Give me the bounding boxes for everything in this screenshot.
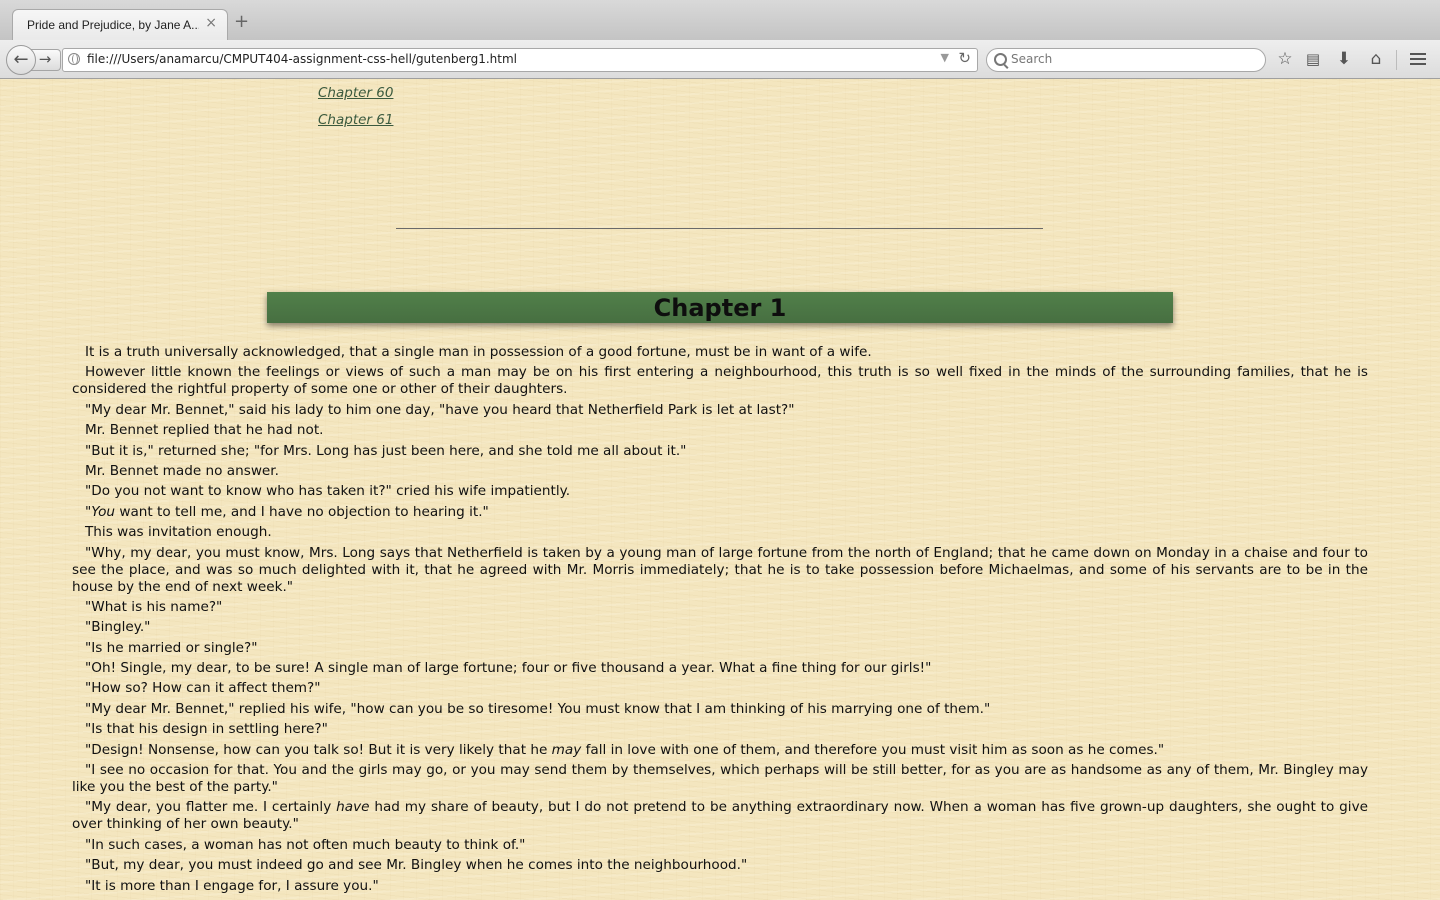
- chapter-paragraph: "But it is," returned she; "for Mrs. Lon…: [85, 442, 687, 459]
- menu-icon[interactable]: [1410, 53, 1426, 65]
- browser-tab[interactable]: Pride and Prejudice, by Jane A... ×: [12, 9, 228, 41]
- chapter-paragraph: "You want to tell me, and I have no obje…: [72, 504, 1368, 521]
- chapter-paragraph: "What is his name?": [85, 598, 223, 615]
- search-input[interactable]: [1011, 50, 1251, 68]
- chapter-paragraph: "Design! Nonsense, how can you talk so! …: [72, 742, 1368, 759]
- chapter-paragraph: However little known the feelings or vie…: [72, 364, 1368, 398]
- emphasis-text: You: [91, 503, 116, 520]
- search-bar[interactable]: [986, 48, 1266, 72]
- search-icon: [994, 53, 1007, 66]
- paragraph-text: "My dear, you flatter me. I certainly: [85, 799, 337, 816]
- chapter-paragraph: Mr. Bennet replied that he had not.: [85, 422, 324, 439]
- chapter-paragraph: This was invitation enough.: [85, 524, 272, 541]
- chapter-paragraph: "In such cases, a woman has not often mu…: [85, 836, 526, 853]
- paragraph-text: "Design! Nonsense, how can you talk so! …: [85, 741, 552, 758]
- navigation-toolbar: ← → file:///Users/anamarcu/CMPUT404-assi…: [0, 40, 1440, 79]
- url-text[interactable]: file:///Users/anamarcu/CMPUT404-assignme…: [87, 52, 517, 66]
- toc-link-chapter-61[interactable]: Chapter 61: [318, 112, 393, 128]
- chapter-body: It is a truth universally acknowledged, …: [72, 344, 1368, 898]
- site-identity-icon[interactable]: [68, 53, 80, 65]
- back-icon[interactable]: ←: [6, 45, 36, 75]
- tab-strip: Pride and Prejudice, by Jane A... × +: [0, 0, 1440, 41]
- new-tab-button[interactable]: +: [234, 12, 249, 32]
- tab-close-icon[interactable]: ×: [205, 15, 217, 31]
- chapter-paragraph: "It is more than I engage for, I assure …: [85, 877, 379, 894]
- chapter-paragraph: "How so? How can it affect them?": [85, 680, 321, 697]
- url-bar[interactable]: file:///Users/anamarcu/CMPUT404-assignme…: [62, 48, 978, 72]
- emphasis-text: may: [551, 741, 582, 758]
- chapter-paragraph: "Is he married or single?": [85, 639, 258, 656]
- emphasis-text: have: [336, 799, 370, 816]
- chapter-paragraph: "But, my dear, you must indeed go and se…: [85, 857, 748, 874]
- chapter-paragraph: "Oh! Single, my dear, to be sure! A sing…: [85, 660, 932, 677]
- paragraph-text: want to tell me, and I have no objection…: [115, 503, 489, 520]
- chapter-paragraph: "My dear, you flatter me. I certainly ha…: [72, 799, 1368, 833]
- paragraph-text: fall in love with one of them, and there…: [581, 741, 1165, 758]
- page-viewport[interactable]: Chapter 60 Chapter 61 Chapter 1 It is a …: [0, 79, 1440, 900]
- toolbar-separator: [1396, 50, 1397, 70]
- chapter-paragraph: "Bingley.": [85, 619, 151, 636]
- bookmark-star-icon[interactable]: ☆: [1274, 48, 1296, 70]
- download-icon[interactable]: ⬇: [1333, 48, 1355, 70]
- tab-title: Pride and Prejudice, by Jane A...: [27, 18, 199, 32]
- reading-list-icon[interactable]: ▤: [1302, 48, 1324, 70]
- chapter-paragraph: "My dear Mr. Bennet," replied his wife, …: [85, 700, 991, 717]
- reload-icon[interactable]: ↻: [958, 49, 971, 67]
- url-history-dropdown-icon[interactable]: ▼: [941, 51, 949, 64]
- toc-link-chapter-60[interactable]: Chapter 60: [318, 85, 393, 101]
- chapter-heading: Chapter 1: [267, 292, 1173, 323]
- chapter-paragraph: It is a truth universally acknowledged, …: [85, 344, 872, 360]
- chapter-paragraph: Mr. Bennet made no answer.: [85, 462, 279, 479]
- home-icon[interactable]: ⌂: [1365, 48, 1387, 70]
- chapter-paragraph: "My dear Mr. Bennet," said his lady to h…: [85, 401, 795, 418]
- chapter-paragraph: "I see no occasion for that. You and the…: [72, 762, 1368, 796]
- chapter-paragraph: "Why, my dear, you must know, Mrs. Long …: [72, 544, 1368, 595]
- chapter-paragraph: "Do you not want to know who has taken i…: [85, 483, 571, 500]
- back-forward-group: ← →: [6, 45, 62, 75]
- horizontal-rule: [396, 228, 1043, 229]
- chapter-paragraph: "Is that his design in settling here?": [85, 721, 328, 738]
